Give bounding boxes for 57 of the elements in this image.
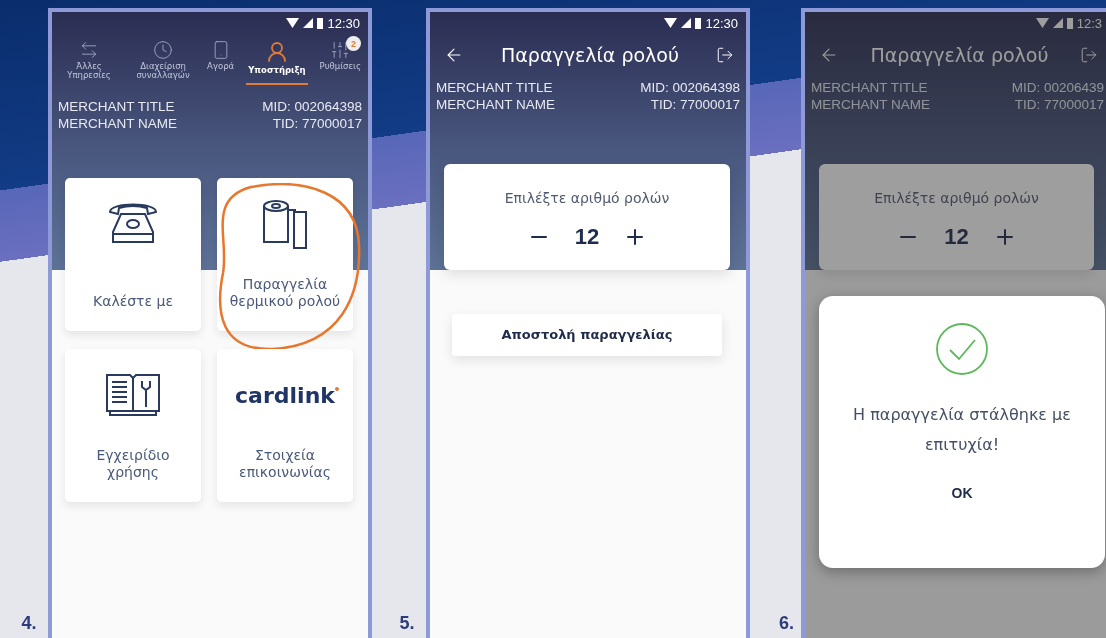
merchant-id: MID: 00206439 xyxy=(1011,80,1104,97)
menu-tile[interactable]: cardlink Στοιχεία επικοινωνίας xyxy=(217,348,353,502)
check-circle-icon xyxy=(935,322,989,376)
exit-icon[interactable] xyxy=(716,46,734,64)
sliders-icon xyxy=(330,40,351,60)
tab[interactable]: Υποστήριξη xyxy=(246,40,308,85)
merchant-name: MERCHANT NAME xyxy=(436,96,555,114)
signal-icon xyxy=(303,18,314,28)
wifi-icon xyxy=(1035,18,1049,28)
signal-icon xyxy=(681,18,692,28)
step-number: 5. xyxy=(398,613,416,635)
tile-label: Εγχειρίδιο χρήσης xyxy=(95,446,171,482)
tile-label: Στοιχεία επικοινωνίας xyxy=(238,446,332,482)
step-number: 6. xyxy=(778,613,795,635)
brand-logo: cardlink xyxy=(235,382,335,408)
tile-label: Παραγγελία θερμικού ρολού xyxy=(228,275,342,311)
menu-tile[interactable]: Παραγγελία θερμικού ρολού xyxy=(217,177,353,331)
merchant-title: MERCHANT TITLE xyxy=(436,80,553,97)
menu-tile[interactable]: Καλέστε με xyxy=(65,177,201,331)
merchant-id: MID: 002064398 xyxy=(262,99,362,116)
quantity-value: 12 xyxy=(944,223,969,250)
status-time: 12:30 xyxy=(327,15,360,31)
paper-roll-icon xyxy=(261,199,309,250)
battery-icon xyxy=(695,17,702,29)
success-message: Η παραγγελία στάλθηκε με επιτυχία! xyxy=(852,404,1072,457)
battery-icon xyxy=(1066,17,1073,29)
merchant-id: MID: 002064398 xyxy=(640,80,740,97)
status-time: 12:3 xyxy=(1076,15,1102,31)
terminal-id: TID: 77000017 xyxy=(1014,96,1104,114)
wifi-icon xyxy=(286,18,300,28)
merchant-title: MERCHANT TITLE xyxy=(58,99,175,116)
tab[interactable]: Διαχείριση συναλλαγών xyxy=(131,40,196,85)
terminal-id: TID: 77000017 xyxy=(650,96,740,114)
merchant-title: MERCHANT TITLE xyxy=(811,80,928,97)
terminal-id: TID: 77000017 xyxy=(272,115,362,133)
quantity-value: 12 xyxy=(574,223,600,250)
ok-button[interactable]: OK xyxy=(939,478,985,507)
arrows-icon xyxy=(79,40,99,60)
tile-label: Καλέστε με xyxy=(92,293,174,311)
screen-title: Παραγγελία ρολού xyxy=(870,44,1049,66)
quantity-prompt: Επιλέξτε αριθμό ρολών xyxy=(874,189,1039,206)
exit-icon[interactable] xyxy=(1080,46,1098,64)
signal-icon xyxy=(1052,18,1063,28)
clock-icon xyxy=(153,40,174,60)
merchant-name: MERCHANT NAME xyxy=(811,96,930,114)
tab[interactable]: Άλλες Υπηρεσίες xyxy=(57,40,121,85)
status-time: 12:30 xyxy=(705,15,738,31)
step-number: 4. xyxy=(20,613,38,635)
screen-title: Παραγγελία ρολού xyxy=(501,44,679,66)
dot-icon xyxy=(334,386,339,391)
send-order-button[interactable]: Αποστολή παραγγελίας xyxy=(452,313,722,356)
tab[interactable]: Αγορά xyxy=(205,40,237,85)
merchant-name: MERCHANT NAME xyxy=(58,115,177,133)
wifi-icon xyxy=(664,18,678,28)
quantity-prompt: Επιλέξτε αριθμό ρολών xyxy=(504,189,670,206)
menu-tile[interactable]: Εγχειρίδιο χρήσης xyxy=(65,348,201,502)
battery-icon xyxy=(317,17,324,29)
